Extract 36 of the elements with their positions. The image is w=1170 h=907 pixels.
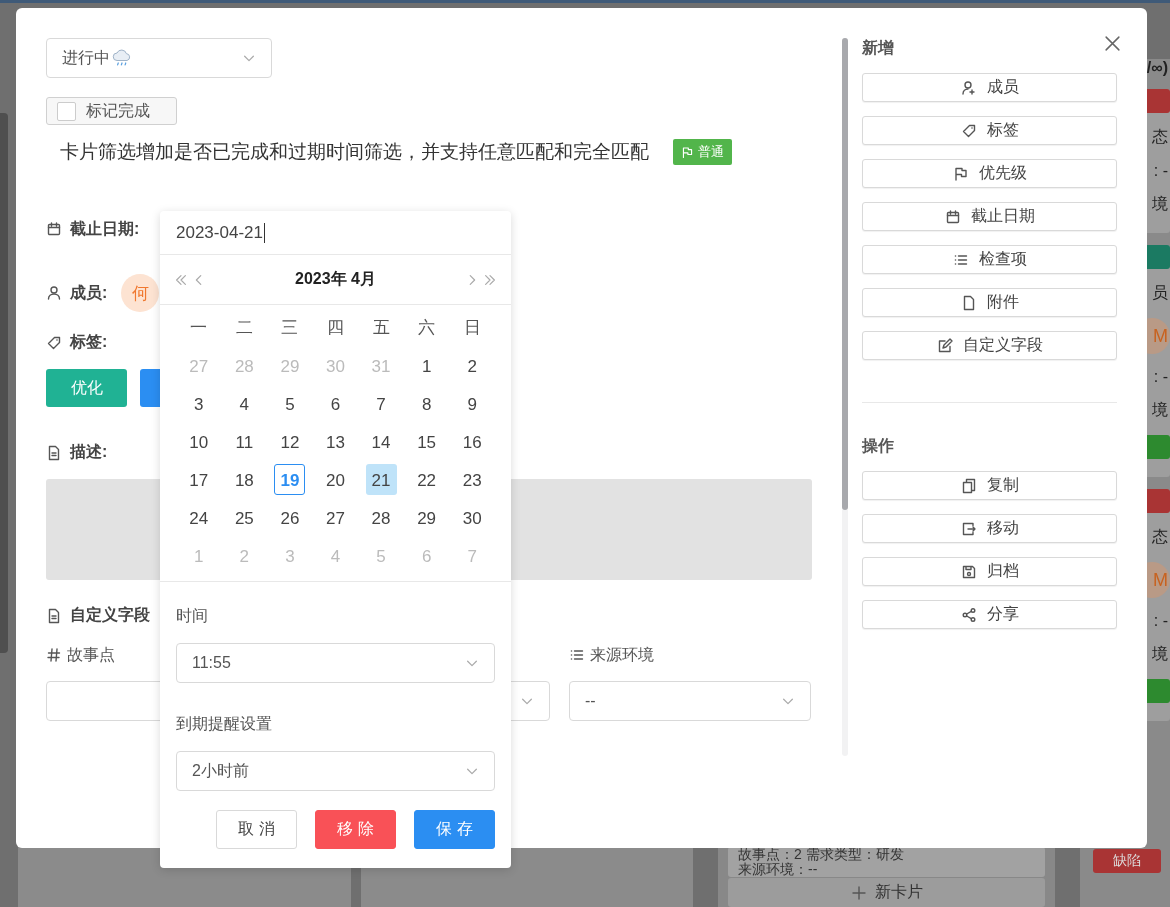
weekday-label: 一 bbox=[189, 317, 209, 339]
field-label: 来源环境 bbox=[590, 644, 654, 665]
section-title: 操作 bbox=[862, 436, 894, 456]
card-field-text: 员 bbox=[1152, 283, 1169, 303]
card-field-text: 境 bbox=[1152, 400, 1169, 420]
card-field-text: 境 bbox=[1152, 194, 1169, 214]
card-field-text: 态 bbox=[1152, 527, 1169, 547]
field-label: 故事点 bbox=[67, 644, 115, 665]
field-label: 描述: bbox=[70, 442, 108, 462]
priority-tag: 普通 bbox=[673, 139, 732, 165]
field-label: 自定义字段 bbox=[70, 605, 150, 625]
weekday-label: 二 bbox=[234, 317, 254, 339]
member-avatar: 何 bbox=[121, 274, 160, 312]
weekday-label: 日 bbox=[462, 317, 482, 339]
card-title: 卡片筛选增加是否已完成和过期时间筛选，并支持任意匹配和完全匹配 bbox=[60, 140, 649, 164]
field-label: 到期提醒设置 bbox=[176, 714, 273, 734]
weekday-label: 四 bbox=[326, 317, 345, 339]
field-label: 截止日期: bbox=[70, 218, 140, 239]
month-title: 2023年 4月 bbox=[294, 269, 377, 289]
field-label: 标签: bbox=[70, 332, 108, 352]
card-field-text: 故事点：2 需求类型：研发 bbox=[738, 847, 905, 862]
weekday-label: 三 bbox=[280, 317, 300, 339]
field-label: 成员: bbox=[70, 282, 108, 303]
card-field-text: : - bbox=[1153, 612, 1169, 630]
field-label: 时间 bbox=[176, 606, 209, 626]
card-field-text: 态 bbox=[1152, 127, 1169, 147]
tag-chip: 缺陷 bbox=[1093, 849, 1161, 873]
section-title: 新增 bbox=[862, 38, 894, 58]
weekday-label: 六 bbox=[417, 317, 437, 339]
column-title: /∞) bbox=[1146, 59, 1169, 77]
card-field-text: 来源环境：-- bbox=[738, 862, 819, 877]
card-field-text: 境 bbox=[1152, 644, 1169, 664]
card-field-text: : - bbox=[1153, 368, 1169, 386]
weekday-label: 五 bbox=[371, 317, 391, 339]
card-field-text: : - bbox=[1153, 162, 1169, 180]
tag-chip: 优化 bbox=[46, 369, 127, 407]
